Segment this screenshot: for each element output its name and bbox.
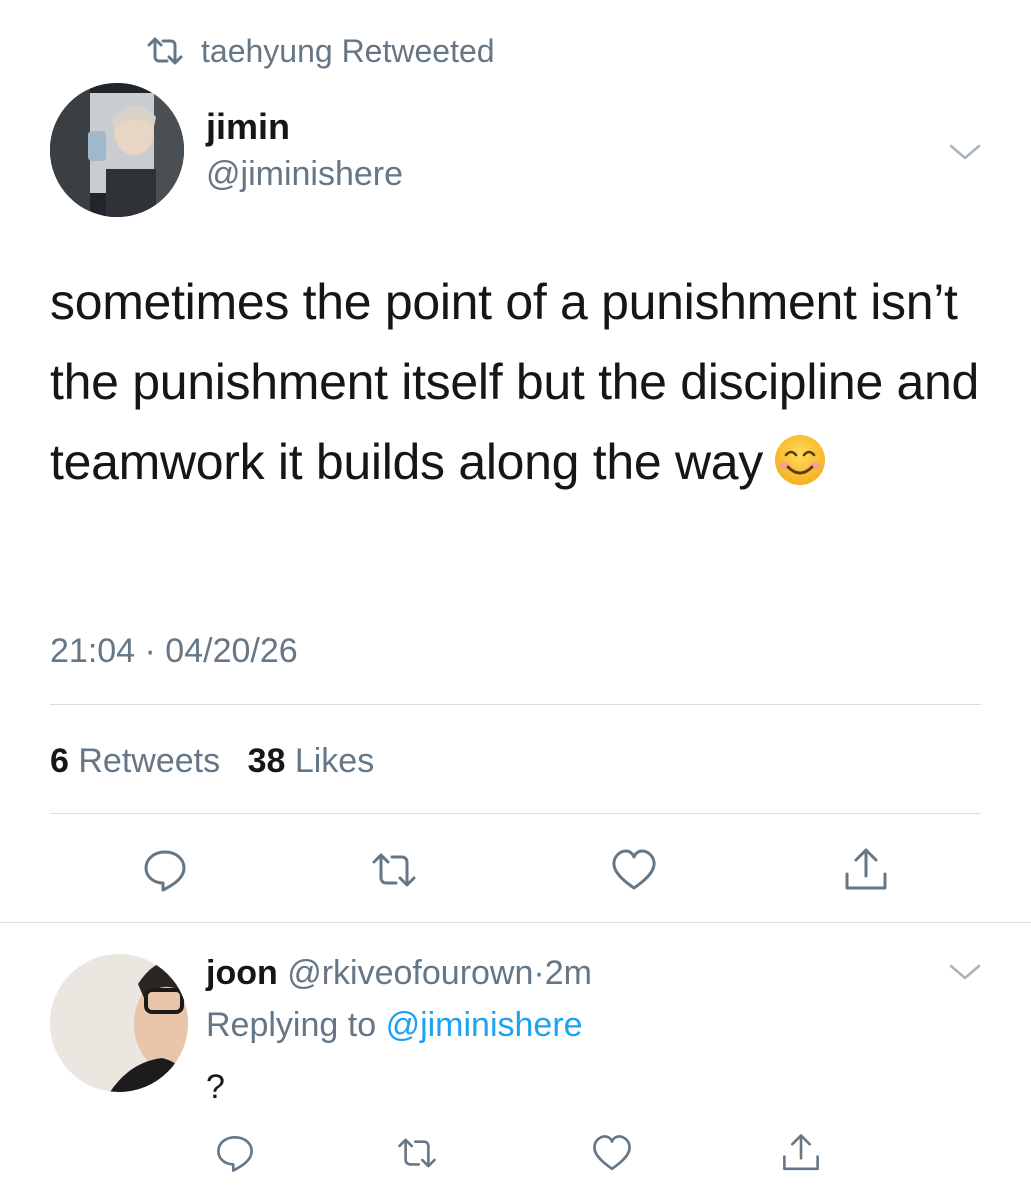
tweet-text: sometimes the point of a punishment isn’… — [50, 262, 990, 502]
retweet-label[interactable]: Retweets — [78, 742, 220, 780]
author-avatar[interactable] — [50, 83, 184, 217]
replying-to-prefix: Replying to — [206, 1006, 377, 1044]
like-label[interactable]: Likes — [295, 742, 374, 780]
replying-to: Replying to @jiminishere — [206, 1002, 583, 1048]
reply-icon[interactable] — [141, 846, 189, 894]
share-icon[interactable] — [780, 1132, 822, 1174]
avatar-photo — [50, 954, 188, 1092]
retweet-context-label: taehyung Retweeted — [201, 32, 495, 69]
chevron-down-icon[interactable] — [948, 142, 982, 162]
like-count[interactable]: 38 — [248, 742, 286, 780]
author-handle[interactable]: @jiminishere — [206, 152, 403, 196]
retweet-count[interactable]: 6 — [50, 742, 69, 780]
divider — [50, 813, 981, 814]
author-block[interactable]: jimin @jiminishere — [206, 106, 403, 196]
reply-author-handle[interactable]: @rkiveofourown — [287, 954, 533, 992]
reply-time[interactable]: 2m — [545, 954, 592, 992]
retweet-context[interactable]: taehyung Retweeted — [145, 30, 495, 72]
smiling-face-emoji — [774, 435, 825, 485]
like-icon[interactable] — [610, 846, 658, 894]
divider — [50, 704, 981, 705]
reply-icon[interactable] — [214, 1132, 256, 1174]
avatar-photo — [50, 83, 184, 217]
like-icon[interactable] — [591, 1132, 633, 1174]
author-name[interactable]: jimin — [206, 106, 403, 148]
tweet-stats: 6 Retweets 38 Likes — [50, 737, 392, 785]
reply-text: ? — [206, 1068, 225, 1106]
reply-author-name[interactable]: joon — [206, 954, 278, 992]
retweet-icon[interactable] — [396, 1132, 438, 1174]
reply-author-avatar[interactable] — [50, 954, 188, 1092]
tweet-body: sometimes the point of a punishment isn’… — [50, 274, 980, 490]
tweet-timestamp: 21:04 · 04/20/26 — [50, 632, 298, 670]
reply-time-separator: · — [533, 954, 545, 992]
replying-to-handle[interactable]: @jiminishere — [386, 1006, 583, 1044]
reply-header: joon @rkiveofourown·2m — [206, 950, 592, 996]
retweet-icon — [147, 37, 183, 65]
retweet-icon[interactable] — [370, 846, 418, 894]
divider — [0, 922, 1031, 923]
chevron-down-icon[interactable] — [948, 962, 982, 982]
share-icon[interactable] — [842, 846, 890, 894]
